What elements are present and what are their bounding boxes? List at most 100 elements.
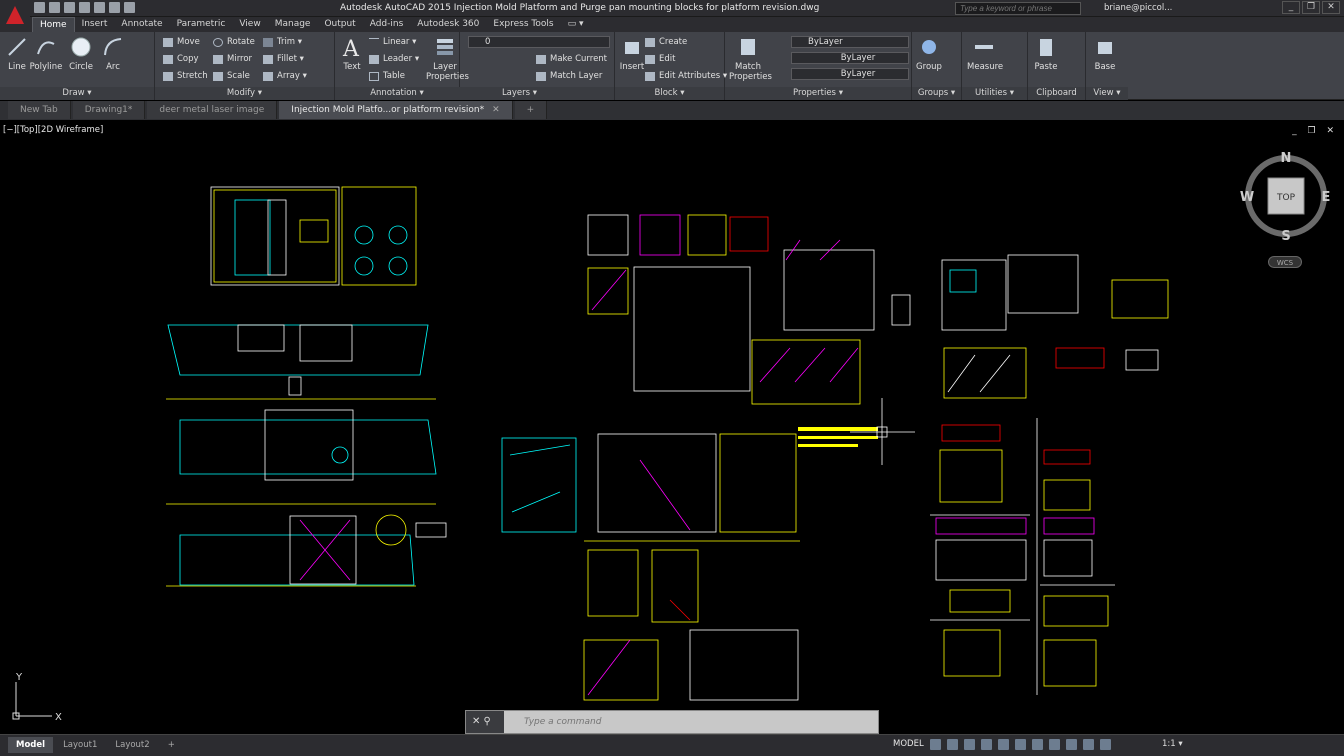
- viewport-controls[interactable]: _ ❐ ✕: [1292, 126, 1338, 136]
- arc-button[interactable]: Arc: [96, 36, 130, 72]
- undo-icon[interactable]: [109, 2, 120, 13]
- tab-add-ins[interactable]: Add-ins: [363, 17, 411, 32]
- linetype-dropdown[interactable]: ByLayer: [791, 52, 909, 64]
- paste-button[interactable]: Paste: [1029, 36, 1063, 72]
- grid-icon[interactable]: [930, 739, 941, 750]
- annotation-scale[interactable]: 1:1 ▾: [1162, 739, 1183, 749]
- fillet-button[interactable]: Fillet ▾: [263, 52, 304, 66]
- close-button[interactable]: ✕: [1322, 1, 1340, 14]
- layer-dropdown[interactable]: 0: [468, 36, 610, 48]
- leader-button[interactable]: Leader ▾: [369, 52, 419, 66]
- tab-parametric[interactable]: Parametric: [170, 17, 233, 32]
- compass-west[interactable]: W: [1240, 190, 1254, 205]
- tab-express-tools[interactable]: Express Tools: [486, 17, 560, 32]
- layer-properties-button[interactable]: Layer Properties: [426, 36, 469, 82]
- edit-block-icon: [645, 55, 655, 64]
- create-block-button[interactable]: Create: [645, 35, 687, 49]
- edit-block-button[interactable]: Edit: [645, 52, 675, 66]
- wcs-menu[interactable]: WCS: [1268, 256, 1302, 268]
- redo-icon[interactable]: [124, 2, 135, 13]
- transparency-icon[interactable]: [1049, 739, 1060, 750]
- make-current-button[interactable]: Make Current: [536, 52, 607, 66]
- block-panel-title[interactable]: Block ▾: [615, 87, 724, 100]
- array-button[interactable]: Array ▾: [263, 69, 307, 83]
- copy-button[interactable]: Copy: [163, 52, 199, 66]
- scale-button[interactable]: Scale: [213, 69, 250, 83]
- base-button[interactable]: Base: [1088, 36, 1122, 72]
- print-icon[interactable]: [94, 2, 105, 13]
- doc-tab-new-tab[interactable]: New Tab: [8, 101, 71, 119]
- measure-button[interactable]: Measure: [967, 36, 1003, 72]
- minimize-button[interactable]: _: [1282, 1, 1300, 14]
- tab-output[interactable]: Output: [317, 17, 362, 32]
- insert-button[interactable]: Insert: [615, 36, 649, 72]
- linear-dimension-button[interactable]: Linear ▾: [369, 35, 416, 49]
- tab-autodesk-360[interactable]: Autodesk 360: [410, 17, 486, 32]
- command-input[interactable]: [524, 715, 864, 729]
- mirror-button[interactable]: Mirror: [213, 52, 252, 66]
- circle-button[interactable]: Circle: [64, 36, 98, 72]
- modify-panel-title[interactable]: Modify ▾: [155, 87, 334, 100]
- polar-icon[interactable]: [981, 739, 992, 750]
- save-as-icon[interactable]: [79, 2, 90, 13]
- osnap-icon[interactable]: [998, 739, 1009, 750]
- trim-button[interactable]: Trim ▾: [263, 35, 302, 49]
- otrack-icon[interactable]: [1015, 739, 1026, 750]
- application-menu-button[interactable]: [0, 0, 30, 30]
- snap-icon[interactable]: [947, 739, 958, 750]
- lineweight-dropdown[interactable]: ByLayer: [791, 68, 909, 80]
- stretch-button[interactable]: Stretch: [163, 69, 208, 83]
- command-line-buttons[interactable]: ✕ ⚲: [466, 711, 504, 733]
- doc-tab-drawing1[interactable]: Drawing1*: [72, 101, 146, 119]
- lineweight-icon[interactable]: [1032, 739, 1043, 750]
- text-button[interactable]: A Text: [335, 36, 369, 72]
- doc-tab-injection-mold[interactable]: Injection Mold Platfo...or platform revi…: [279, 101, 513, 119]
- annotation-visibility-icon[interactable]: [1083, 739, 1094, 750]
- compass-east[interactable]: E: [1322, 190, 1331, 205]
- tab-home[interactable]: Home: [32, 17, 75, 32]
- view-panel-title[interactable]: View ▾: [1086, 87, 1128, 100]
- layout-tab-model[interactable]: Model: [8, 737, 54, 753]
- group-button[interactable]: Group: [912, 36, 946, 72]
- search-input[interactable]: [955, 2, 1081, 15]
- move-button[interactable]: Move: [163, 35, 200, 49]
- match-properties-button[interactable]: Match Properties: [729, 36, 772, 82]
- model-space-toggle[interactable]: MODEL: [893, 739, 924, 749]
- utilities-panel-title[interactable]: Utilities ▾: [962, 87, 1027, 100]
- table-button[interactable]: Table: [369, 69, 405, 83]
- maximize-button[interactable]: ❐: [1302, 1, 1320, 14]
- drawing-canvas[interactable]: [−][Top][2D Wireframe] _ ❐ ✕ TOP N S E W…: [0, 120, 1344, 734]
- add-doc-tab-button[interactable]: +: [514, 101, 548, 119]
- viewcube[interactable]: TOP N S E W: [1240, 150, 1332, 242]
- save-icon[interactable]: [64, 2, 75, 13]
- layout-tab-layout2[interactable]: Layout2: [107, 737, 157, 753]
- new-icon[interactable]: [34, 2, 45, 13]
- user-account[interactable]: briane@piccol...: [1104, 3, 1172, 13]
- edit-attributes-button[interactable]: Edit Attributes ▾: [645, 69, 727, 83]
- tab-view[interactable]: View: [232, 17, 267, 32]
- color-dropdown[interactable]: ByLayer: [791, 36, 909, 48]
- create-block-icon: [645, 38, 655, 47]
- viewport-label[interactable]: [−][Top][2D Wireframe]: [3, 125, 103, 135]
- tab-manage[interactable]: Manage: [268, 17, 318, 32]
- rotate-button[interactable]: Rotate: [213, 35, 255, 49]
- draw-panel-title[interactable]: Draw ▾: [0, 87, 154, 100]
- compass-north[interactable]: N: [1281, 151, 1292, 166]
- tab-insert[interactable]: Insert: [75, 17, 115, 32]
- close-tab-icon[interactable]: ✕: [492, 105, 500, 115]
- ortho-icon[interactable]: [964, 739, 975, 750]
- auto-scale-icon[interactable]: [1100, 739, 1111, 750]
- layers-panel-title[interactable]: Layers ▾: [425, 87, 614, 100]
- tab-overflow[interactable]: ▭ ▾: [561, 17, 591, 32]
- groups-panel-title[interactable]: Groups ▾: [912, 87, 961, 100]
- match-layer-button[interactable]: Match Layer: [536, 69, 602, 83]
- layout-tab-layout1[interactable]: Layout1: [55, 737, 105, 753]
- open-icon[interactable]: [49, 2, 60, 13]
- add-layout-button[interactable]: +: [160, 737, 183, 753]
- tab-annotate[interactable]: Annotate: [114, 17, 169, 32]
- selection-cycling-icon[interactable]: [1066, 739, 1077, 750]
- properties-panel-title[interactable]: Properties ▾: [725, 87, 911, 100]
- doc-tab-deer-metal[interactable]: deer metal laser image: [147, 101, 278, 119]
- compass-south[interactable]: S: [1281, 229, 1290, 242]
- polyline-button[interactable]: Polyline: [29, 36, 63, 72]
